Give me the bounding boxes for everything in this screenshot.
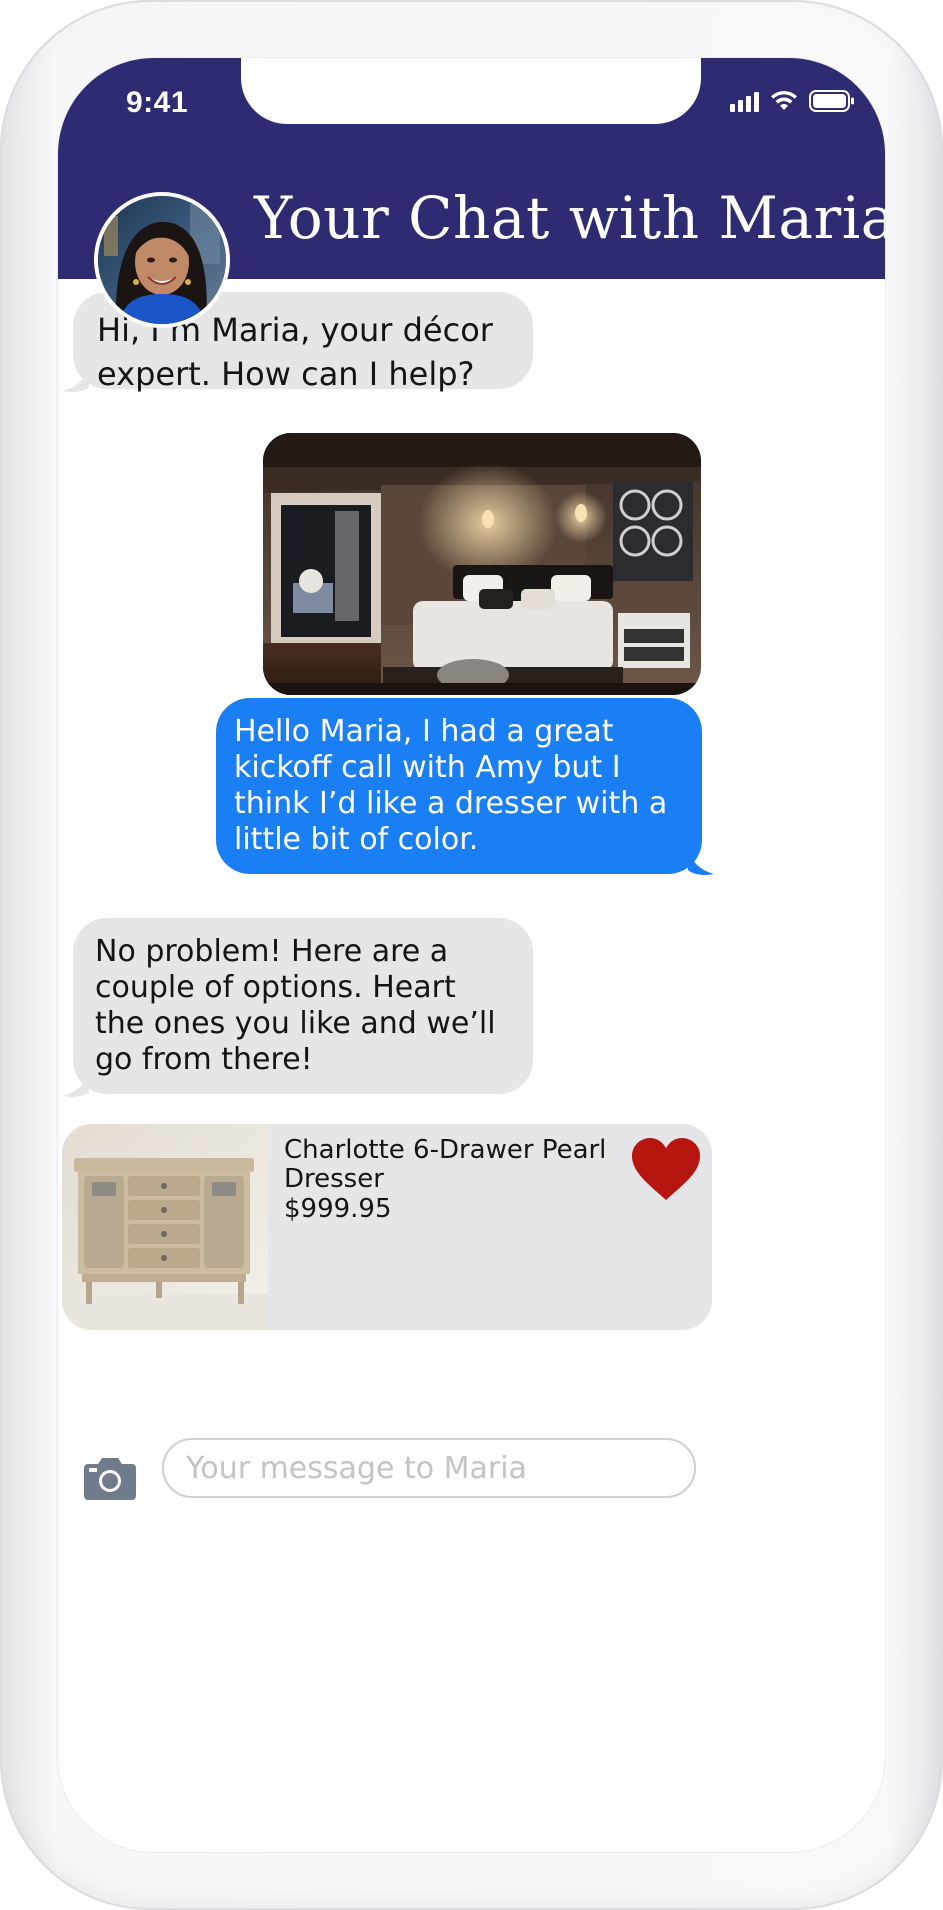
signal-icon xyxy=(730,90,759,112)
phone-frame: 9:41 Your Chat with Maria Hi, I’m Maria,… xyxy=(0,0,943,1910)
outgoing-message: Hello Maria, I had a great kickoff call … xyxy=(216,698,702,874)
product-name: Charlotte 6-Drawer Pearl Dresser xyxy=(284,1135,607,1194)
battery-icon xyxy=(809,90,855,112)
bedroom-photo[interactable] xyxy=(263,433,701,695)
bubble-tail xyxy=(688,850,714,875)
status-icons xyxy=(730,90,855,112)
chat-title: Your Chat with Maria xyxy=(254,184,885,252)
message-input[interactable] xyxy=(162,1438,696,1498)
product-card[interactable]: Charlotte 6-Drawer Pearl Dresser $999.95 xyxy=(62,1124,712,1330)
product-price: $999.95 xyxy=(284,1194,392,1224)
chat-screen: 9:41 Your Chat with Maria Hi, I’m Maria,… xyxy=(58,58,885,1852)
message-text: No problem! Here are a couple of options… xyxy=(95,934,496,1077)
maria-avatar[interactable] xyxy=(94,192,230,328)
wifi-icon xyxy=(769,90,799,112)
incoming-message: No problem! Here are a couple of options… xyxy=(73,918,533,1094)
dresser-photo[interactable] xyxy=(62,1124,268,1330)
status-time: 9:41 xyxy=(126,86,189,119)
camera-icon[interactable] xyxy=(82,1454,138,1502)
message-text: Hello Maria, I had a great kickoff call … xyxy=(234,714,668,857)
bubble-tail xyxy=(63,1072,89,1097)
heart-icon[interactable] xyxy=(630,1136,702,1202)
message-composer xyxy=(58,1438,885,1538)
bubble-tail xyxy=(63,367,89,392)
device-notch xyxy=(241,58,701,124)
